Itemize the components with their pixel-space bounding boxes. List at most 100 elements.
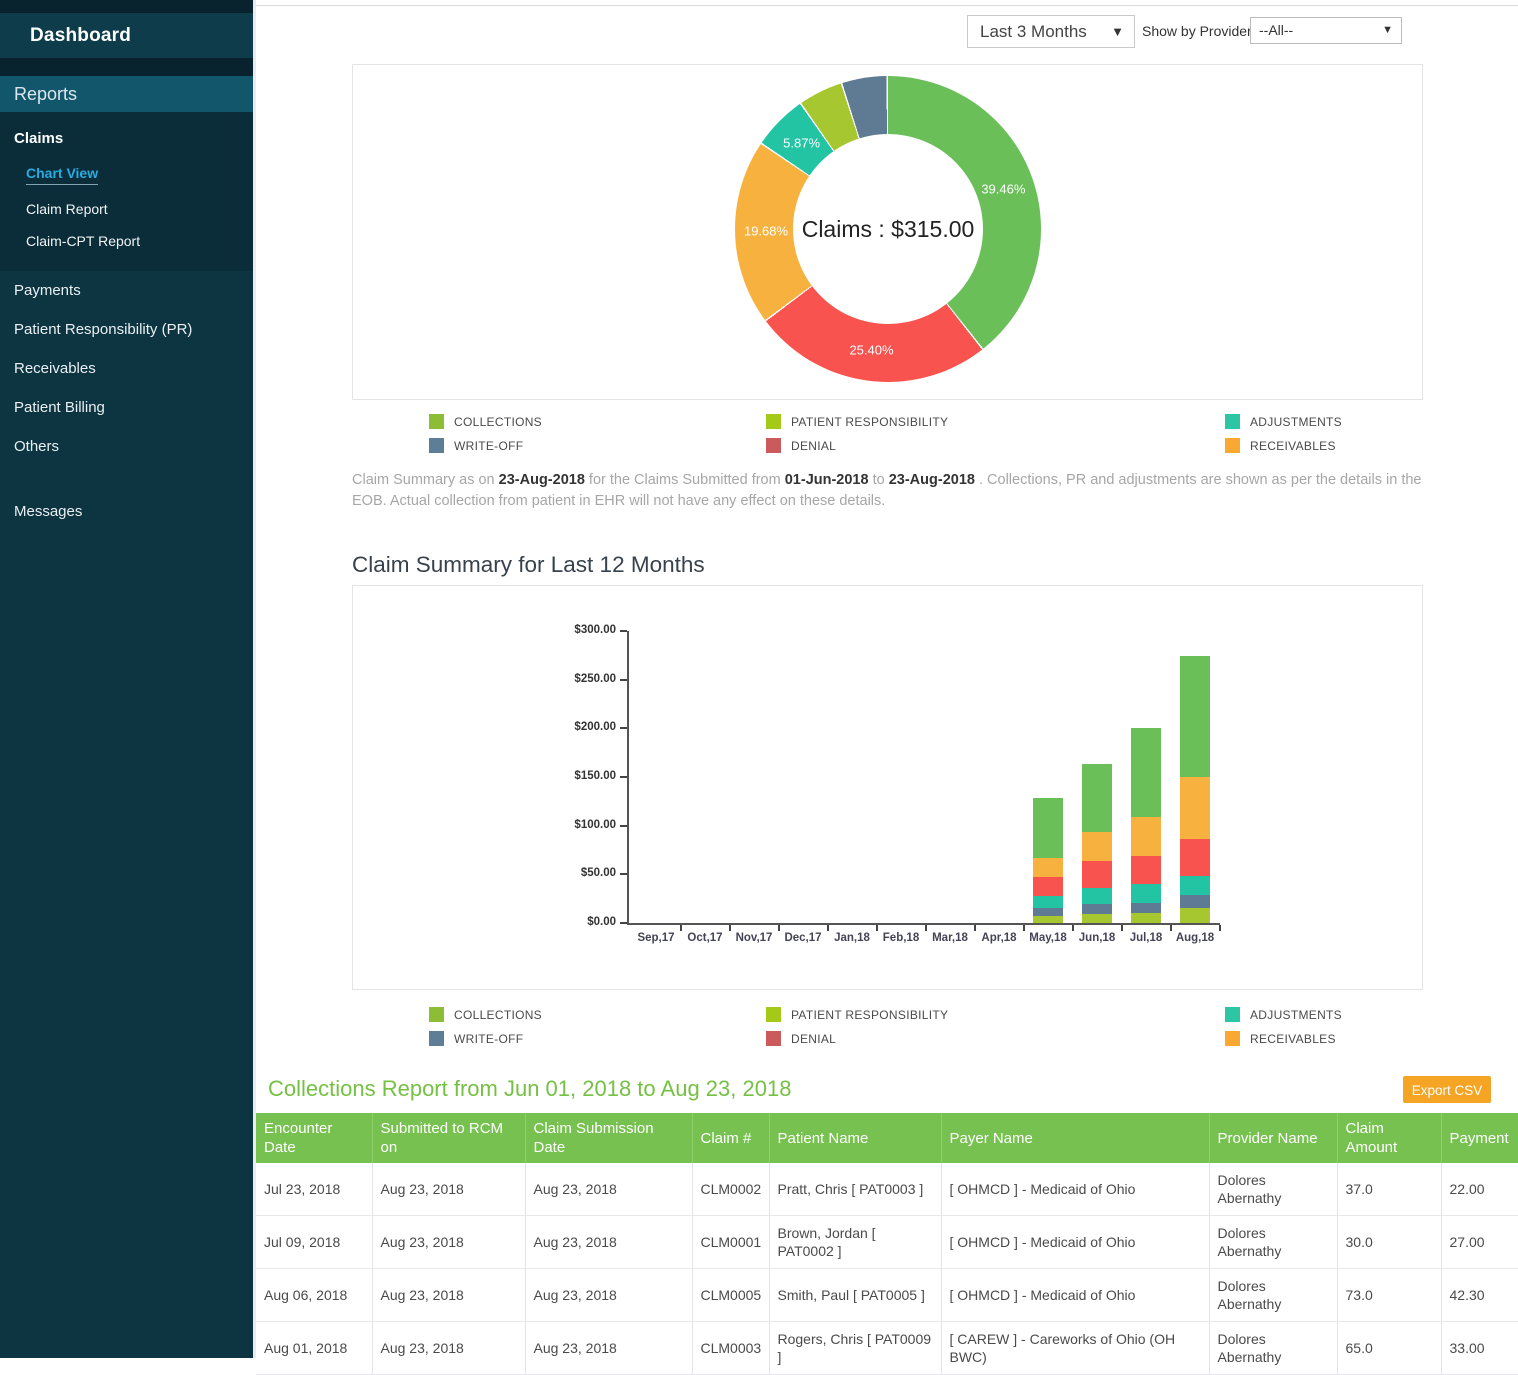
sidebar-section-reports[interactable]: Reports xyxy=(0,76,253,112)
sidebar-item-patient-billing[interactable]: Patient Billing xyxy=(0,388,253,427)
legend-label: PATIENT RESPONSIBILITY xyxy=(791,415,948,429)
bar-may-18-receivables[interactable] xyxy=(1033,858,1063,877)
column-header-payer-name: Payer Name xyxy=(941,1113,1209,1163)
column-header-claim-amount: Claim Amount xyxy=(1337,1113,1441,1163)
sidebar-item-messages[interactable]: Messages xyxy=(0,492,253,531)
export-csv-button[interactable]: Export CSV xyxy=(1403,1076,1491,1103)
cell-claim: CLM0005 xyxy=(692,1269,769,1322)
sidebar-item-others[interactable]: Others xyxy=(0,427,253,466)
legend-item-receivables: RECEIVABLES xyxy=(1225,1031,1336,1046)
bar-jul-18-patient-responsibility[interactable] xyxy=(1131,913,1161,923)
sidebar-item-dashboard[interactable]: Dashboard xyxy=(0,13,253,58)
y-tick-label: $250.00 xyxy=(556,673,616,685)
cell-payer-name: [ OHMCD ] - Medicaid of Ohio xyxy=(941,1163,1209,1216)
provider-dropdown[interactable]: --All-- ▼ xyxy=(1250,17,1402,44)
write-off-swatch xyxy=(429,1031,444,1046)
receivables-swatch xyxy=(1225,438,1240,453)
note-date: 23-Aug-2018 xyxy=(889,472,975,488)
bar-jun-18-write-off[interactable] xyxy=(1082,904,1112,915)
legend-label: DENIAL xyxy=(791,439,836,453)
y-tick xyxy=(620,776,627,778)
legend-label: WRITE-OFF xyxy=(454,439,523,453)
legend-item-denial: DENIAL xyxy=(766,438,836,453)
sidebar-item-claim-cpt-report[interactable]: Claim-CPT Report xyxy=(0,225,253,257)
cell-submitted-to-rcm-on: Aug 23, 2018 xyxy=(372,1322,525,1375)
column-header-patient-name: Patient Name xyxy=(769,1113,941,1163)
y-axis xyxy=(627,631,629,925)
sidebar-item-claims[interactable]: Claims xyxy=(0,122,253,157)
bar-jul-18-receivables[interactable] xyxy=(1131,817,1161,856)
table-row: Jul 09, 2018Aug 23, 2018Aug 23, 2018CLM0… xyxy=(256,1216,1518,1269)
cell-claim-amount: 73.0 xyxy=(1337,1269,1441,1322)
cell-encounter-date: Jul 09, 2018 xyxy=(256,1216,372,1269)
collections-swatch xyxy=(429,414,444,429)
cell-claim-submission-date: Aug 23, 2018 xyxy=(525,1322,692,1375)
x-tick xyxy=(876,925,878,931)
sidebar-item-receivables[interactable]: Receivables xyxy=(0,349,253,388)
sidebar-item-patient-responsibility[interactable]: Patient Responsibility (PR) xyxy=(0,310,253,349)
period-dropdown-value: Last 3 Months xyxy=(980,22,1087,41)
legend-label: WRITE-OFF xyxy=(454,1032,523,1046)
legend-item-receivables: RECEIVABLES xyxy=(1225,438,1336,453)
bar-may-18-collections[interactable] xyxy=(1033,798,1063,857)
bar-aug-18-patient-responsibility[interactable] xyxy=(1180,908,1210,923)
collections-swatch xyxy=(429,1007,444,1022)
bar-aug-18-adjustments[interactable] xyxy=(1180,876,1210,894)
legend-label: PATIENT RESPONSIBILITY xyxy=(791,1008,948,1022)
x-tick xyxy=(729,925,731,931)
table-row: Aug 06, 2018Aug 23, 2018Aug 23, 2018CLM0… xyxy=(256,1269,1518,1322)
cell-payer-name: [ OHMCD ] - Medicaid of Ohio xyxy=(941,1216,1209,1269)
x-axis xyxy=(627,923,1220,925)
y-tick-label: $300.00 xyxy=(556,624,616,636)
column-header-provider-name: Provider Name xyxy=(1209,1113,1337,1163)
legend-item-patient-responsibility: PATIENT RESPONSIBILITY xyxy=(766,414,948,429)
bar-aug-18-collections[interactable] xyxy=(1180,656,1210,777)
bar-jul-18-write-off[interactable] xyxy=(1131,903,1161,914)
cell-claim-submission-date: Aug 23, 2018 xyxy=(525,1163,692,1216)
table-header-row: Encounter DateSubmitted to RCM onClaim S… xyxy=(256,1113,1518,1163)
y-tick xyxy=(620,825,627,827)
patient-responsibility-swatch xyxy=(766,414,781,429)
cell-payment: 27.00 xyxy=(1441,1216,1518,1269)
cell-claim-amount: 30.0 xyxy=(1337,1216,1441,1269)
cell-claim: CLM0003 xyxy=(692,1322,769,1375)
sidebar-item-chart-view[interactable]: Chart View xyxy=(0,157,253,193)
bar-jul-18-denial[interactable] xyxy=(1131,856,1161,884)
chart-view-link[interactable]: Chart View xyxy=(26,165,98,185)
bar-aug-18-receivables[interactable] xyxy=(1180,777,1210,839)
sidebar-item-payments[interactable]: Payments xyxy=(0,271,253,310)
claim-summary-bar-chart[interactable]: $0.00$50.00$100.00$150.00$200.00$250.00$… xyxy=(352,585,1423,990)
cell-claim-amount: 65.0 xyxy=(1337,1322,1441,1375)
cell-provider-name: Dolores Abernathy xyxy=(1209,1322,1337,1375)
bar-jun-18-adjustments[interactable] xyxy=(1082,888,1112,904)
provider-label: Show by Provider xyxy=(1142,23,1252,39)
note-text: to xyxy=(869,472,889,488)
bar-may-18-patient-responsibility[interactable] xyxy=(1033,916,1063,923)
bar-jul-18-collections[interactable] xyxy=(1131,728,1161,817)
bar-jun-18-denial[interactable] xyxy=(1082,861,1112,888)
bar-jun-18-patient-responsibility[interactable] xyxy=(1082,914,1112,923)
x-tick-label: Aug,18 xyxy=(1176,932,1214,944)
bar-jul-18-adjustments[interactable] xyxy=(1131,884,1161,902)
bar-may-18-adjustments[interactable] xyxy=(1033,896,1063,909)
bar-aug-18-write-off[interactable] xyxy=(1180,895,1210,909)
legend-item-patient-responsibility: PATIENT RESPONSIBILITY xyxy=(766,1007,948,1022)
cell-payment: 33.00 xyxy=(1441,1322,1518,1375)
period-dropdown[interactable]: Last 3 Months ▼ xyxy=(967,15,1135,48)
bar-may-18-denial[interactable] xyxy=(1033,877,1063,895)
y-tick xyxy=(620,679,627,681)
note-date: 01-Jun-2018 xyxy=(785,472,869,488)
claims-donut-chart[interactable]: 39.46%25.40%19.68%5.87%Claims : $315.00 xyxy=(735,76,1041,382)
cell-patient-name: Brown, Jordan [ PAT0002 ] xyxy=(769,1216,941,1269)
cell-claim-submission-date: Aug 23, 2018 xyxy=(525,1216,692,1269)
x-tick-label: Jan,18 xyxy=(834,932,870,944)
bar-jun-18-receivables[interactable] xyxy=(1082,832,1112,860)
bar-may-18-write-off[interactable] xyxy=(1033,908,1063,916)
bar-jun-18-collections[interactable] xyxy=(1082,764,1112,832)
sidebar-item-claim-report[interactable]: Claim Report xyxy=(0,193,253,225)
write-off-swatch xyxy=(429,438,444,453)
y-tick xyxy=(620,873,627,875)
bar-aug-18-denial[interactable] xyxy=(1180,839,1210,876)
cell-submitted-to-rcm-on: Aug 23, 2018 xyxy=(372,1216,525,1269)
y-tick xyxy=(620,727,627,729)
